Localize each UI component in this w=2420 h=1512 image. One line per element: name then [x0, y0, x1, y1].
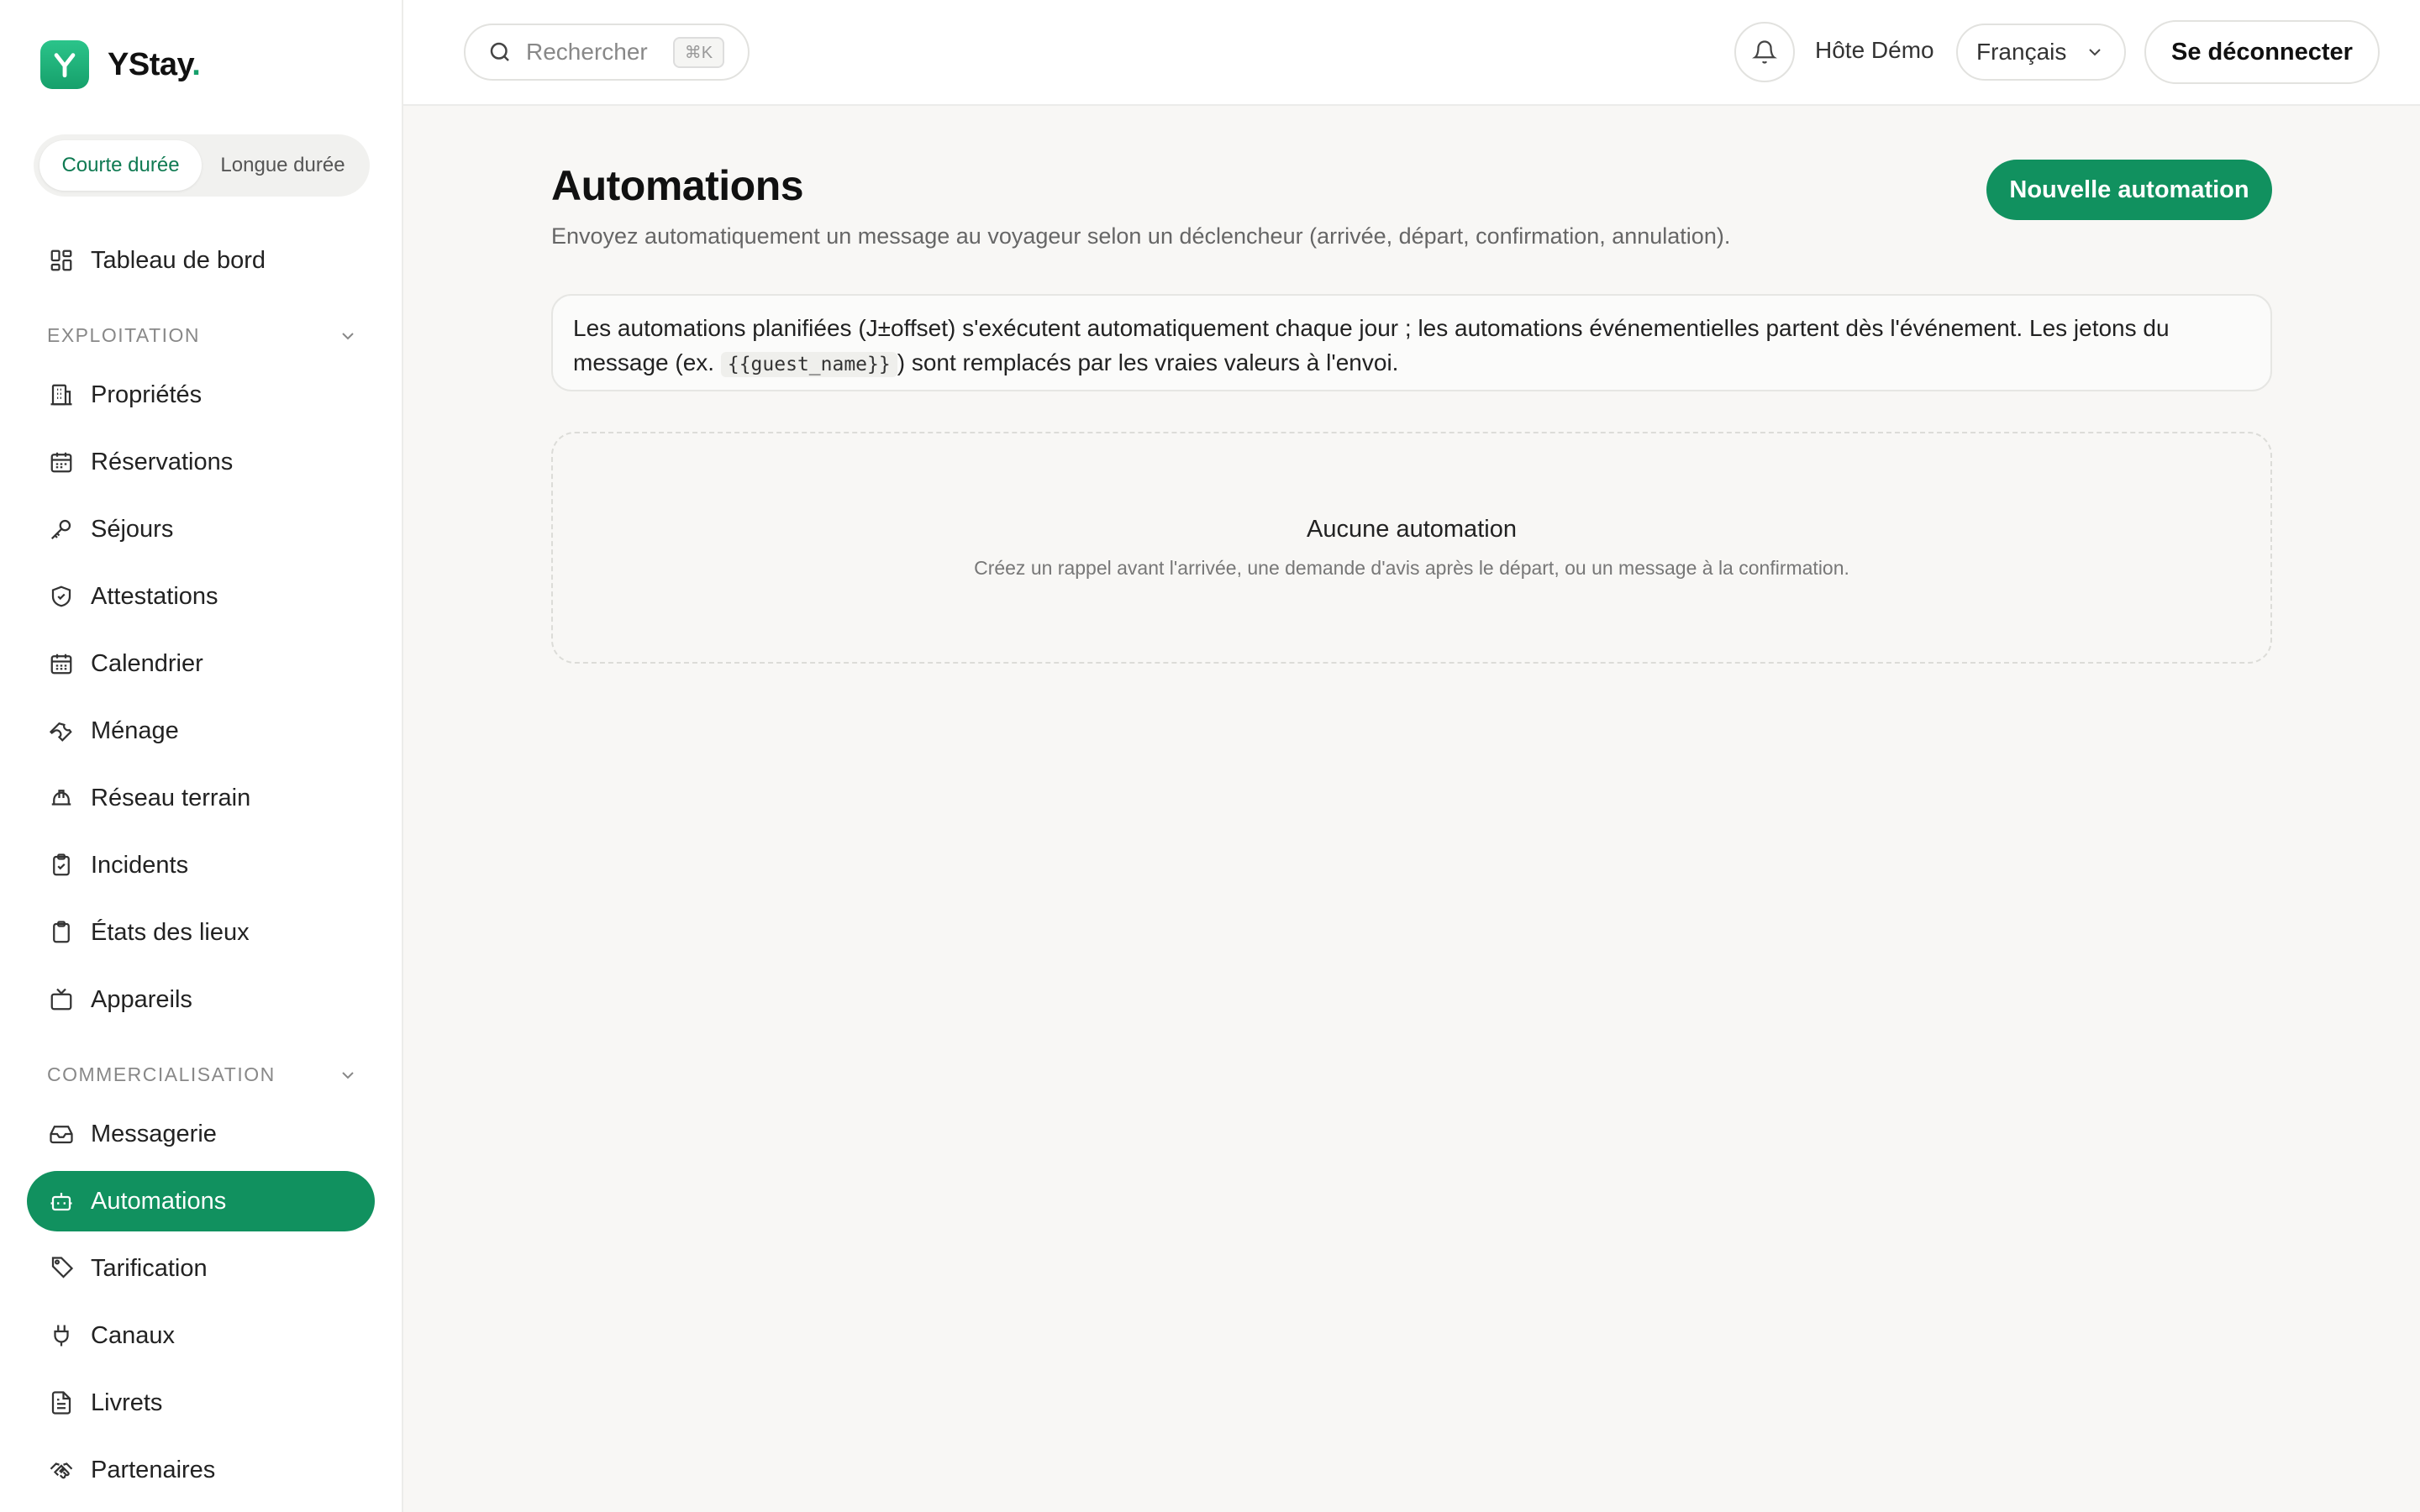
sidebar-item-label: Propriétés: [91, 381, 203, 408]
chevron-down-icon: [342, 1071, 354, 1079]
sidebar-item-label: Messagerie: [91, 1120, 217, 1147]
bot-icon: [47, 1187, 76, 1215]
sidebar-item-canaux[interactable]: Canaux: [27, 1305, 375, 1366]
empty-state-text: Créez un rappel avant l'arrivée, une dem…: [974, 557, 1849, 579]
language-label: Français: [1976, 39, 2067, 65]
sidebar-item-incidents[interactable]: Incidents: [27, 835, 375, 895]
bell-icon: [1752, 40, 1777, 64]
sidebar-item-label: Incidents: [91, 851, 189, 879]
inbox-icon: [47, 1120, 76, 1148]
sidebar-item-reseau-terrain[interactable]: Réseau terrain: [27, 768, 375, 828]
sidebar-item-attestations[interactable]: Attestations: [27, 566, 375, 627]
page-title: Automations: [551, 162, 804, 209]
user-name: Hôte Démo: [1815, 37, 1934, 63]
sidebar-item-label: Tableau de bord: [91, 246, 266, 274]
sidebar-item-label: Livrets: [91, 1389, 163, 1416]
plug-icon: [47, 1321, 76, 1350]
rental-mode-switch: Courte durée Longue durée: [34, 134, 370, 197]
sidebar-item-label: Canaux: [91, 1321, 175, 1349]
logout-button[interactable]: Se déconnecter: [2144, 20, 2380, 84]
sidebar-item-label: Calendrier: [91, 649, 203, 677]
sidebar-item-label: Partenaires: [91, 1456, 216, 1483]
brand-name: YStay.: [108, 46, 201, 82]
section-exploitation-label: EXPLOITATION: [47, 324, 201, 346]
search-placeholder: Rechercher: [526, 39, 648, 65]
brand-logo[interactable]: YStay.: [40, 40, 201, 89]
sidebar-item-label: Séjours: [91, 515, 174, 543]
sidebar-item-label: Ménage: [91, 717, 179, 744]
sidebar-item-livrets[interactable]: Livrets: [27, 1373, 375, 1433]
sidebar-item-label: Automations: [91, 1187, 227, 1215]
calendar-grid-icon: [47, 649, 76, 678]
building-icon: [47, 381, 76, 409]
chevron-down-icon: [342, 332, 354, 339]
sidebar-item-appareils[interactable]: Appareils: [27, 969, 375, 1030]
sidebar-item-label: Appareils: [91, 985, 192, 1013]
clipboard-icon: [47, 918, 76, 947]
sidebar-item-label: États des lieux: [91, 918, 250, 946]
logo-mark-icon: [40, 40, 89, 89]
section-commercialisation[interactable]: COMMERCIALISATION: [47, 1063, 358, 1086]
handshake-icon: [47, 1456, 76, 1484]
chevron-down-icon: [2085, 42, 2105, 62]
page-subtitle: Envoyez automatiquement un message au vo…: [551, 223, 1731, 249]
sidebar-item-dashboard[interactable]: Tableau de bord: [27, 230, 375, 291]
topbar: Rechercher ⌘K Hôte Démo Français Se déco…: [403, 0, 2420, 106]
sidebar-item-automations[interactable]: Automations: [27, 1171, 375, 1231]
info-notice: Les automations planifiées (J±offset) s'…: [551, 294, 2272, 391]
empty-state-title: Aucune automation: [1307, 516, 1517, 543]
search-icon: [490, 42, 509, 61]
tv-icon: [47, 985, 76, 1014]
sidebar-item-label: Tarification: [91, 1254, 208, 1282]
section-commercialisation-label: COMMERCIALISATION: [47, 1063, 276, 1085]
sidebar-item-label: Réseau terrain: [91, 784, 251, 811]
calendar-icon: [47, 448, 76, 476]
mode-long-term-button[interactable]: Longue durée: [202, 140, 364, 191]
search-input[interactable]: Rechercher ⌘K: [464, 24, 750, 81]
wrench-icon: [47, 717, 76, 745]
sidebar: YStay. Courte durée Longue durée Tableau…: [0, 0, 403, 1512]
dashboard-icon: [47, 246, 76, 275]
sidebar-item-menage[interactable]: Ménage: [27, 701, 375, 761]
sidebar-item-reservations[interactable]: Réservations: [27, 432, 375, 492]
language-select[interactable]: Français: [1956, 24, 2126, 81]
sidebar-item-etats-des-lieux[interactable]: États des lieux: [27, 902, 375, 963]
mode-short-term-button[interactable]: Courte durée: [39, 140, 202, 191]
empty-state: Aucune automation Créez un rappel avant …: [551, 432, 2272, 664]
section-exploitation[interactable]: EXPLOITATION: [47, 324, 358, 347]
info-text-end: ) sont remplacés par les vraies valeurs …: [897, 349, 1399, 375]
notifications-button[interactable]: [1734, 22, 1795, 82]
file-text-icon: [47, 1389, 76, 1417]
new-automation-button[interactable]: Nouvelle automation: [1986, 160, 2272, 220]
sidebar-item-label: Attestations: [91, 582, 218, 610]
search-shortcut-badge: ⌘K: [672, 36, 725, 68]
sidebar-item-label: Réservations: [91, 448, 234, 475]
sidebar-item-tarification[interactable]: Tarification: [27, 1238, 375, 1299]
sidebar-item-proprietes[interactable]: Propriétés: [27, 365, 375, 425]
hard-hat-icon: [47, 784, 76, 812]
sidebar-item-calendrier[interactable]: Calendrier: [27, 633, 375, 694]
tag-icon: [47, 1254, 76, 1283]
token-example: {{guest_name}}: [720, 352, 897, 377]
key-icon: [47, 515, 76, 543]
sidebar-item-sejours[interactable]: Séjours: [27, 499, 375, 559]
sidebar-item-messagerie[interactable]: Messagerie: [27, 1104, 375, 1164]
shield-check-icon: [47, 582, 76, 611]
clipboard-check-icon: [47, 851, 76, 879]
sidebar-item-partenaires[interactable]: Partenaires: [27, 1440, 375, 1500]
